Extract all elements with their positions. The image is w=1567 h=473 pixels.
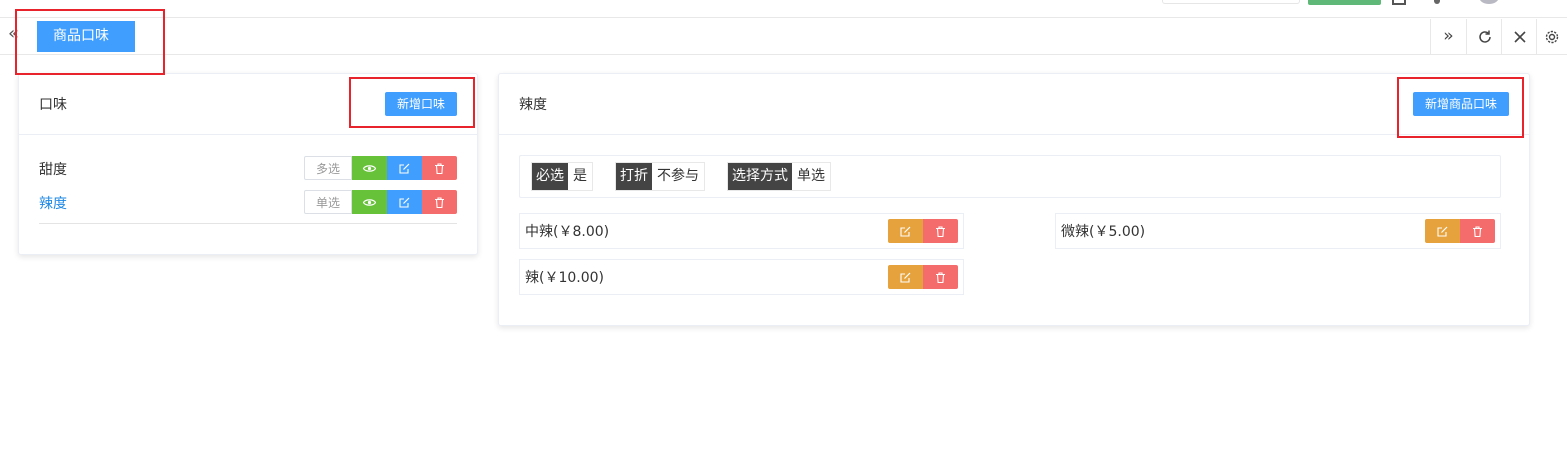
flavor-detail-title: 辣度 [519, 97, 547, 113]
edit-icon [900, 272, 911, 283]
view-button[interactable] [352, 190, 387, 214]
flavor-detail-panel: 辣度 新增商品口味 必选 是 打折 不参与 选择方式 单选 中辣(￥8.00) … [498, 73, 1530, 326]
trash-icon [1473, 226, 1482, 238]
trash-icon [936, 272, 945, 284]
prop-select-mode: 选择方式 单选 [727, 162, 831, 191]
tabs-scroll-right-icon[interactable]: » [1430, 19, 1466, 55]
top-header [0, 0, 1567, 18]
highlight-box [349, 77, 475, 128]
fullscreen-icon[interactable] [1392, 0, 1406, 5]
edit-icon [1437, 226, 1448, 237]
edit-button[interactable] [387, 190, 422, 214]
eye-icon [362, 199, 377, 206]
divider [39, 223, 457, 224]
prop-key: 选择方式 [728, 163, 792, 190]
flavor-option: 辣(￥10.00) [519, 259, 964, 295]
edit-button[interactable] [888, 265, 923, 289]
flavor-option-label: 中辣(￥8.00) [525, 224, 610, 240]
highlight-box [1397, 77, 1524, 138]
gear-icon[interactable] [1536, 19, 1567, 55]
flavor-item-actions: 多选 [304, 156, 457, 180]
prop-key: 打折 [616, 163, 652, 190]
trash-icon [936, 226, 945, 238]
notification-icon[interactable] [1434, 0, 1440, 4]
flavor-option-actions [1425, 219, 1495, 243]
refresh-icon[interactable] [1466, 19, 1502, 55]
prop-value: 是 [568, 163, 592, 190]
prop-value: 不参与 [652, 163, 704, 190]
eye-icon [362, 165, 377, 172]
flavor-item-label-active[interactable]: 辣度 [39, 193, 67, 213]
select-mode-badge: 单选 [304, 190, 352, 214]
avatar[interactable] [1479, 0, 1499, 4]
edit-icon [900, 226, 911, 237]
edit-icon [399, 197, 410, 208]
flavor-option-actions [888, 265, 958, 289]
delete-button[interactable] [422, 190, 457, 214]
delete-button[interactable] [422, 156, 457, 180]
prop-discount: 打折 不参与 [615, 162, 705, 191]
flavor-item-actions: 单选 [304, 190, 457, 214]
highlight-box [15, 9, 165, 75]
trash-icon [435, 163, 444, 175]
prop-required: 必选 是 [531, 162, 593, 191]
flavor-item-label[interactable]: 甜度 [39, 159, 67, 179]
flavor-panel-title: 口味 [39, 97, 67, 113]
edit-button[interactable] [888, 219, 923, 243]
header-green-button[interactable] [1308, 0, 1381, 5]
prop-value: 单选 [792, 163, 830, 190]
flavor-detail-header: 辣度 新增商品口味 [499, 74, 1529, 135]
tab-bar: « 商品口味 » [0, 19, 1567, 55]
flavor-properties: 必选 是 打折 不参与 选择方式 单选 [519, 155, 1501, 198]
edit-icon [399, 163, 410, 174]
flavor-option: 中辣(￥8.00) [519, 213, 964, 249]
flavor-option-label: 微辣(￥5.00) [1061, 224, 1146, 240]
delete-button[interactable] [1460, 219, 1495, 243]
delete-button[interactable] [923, 265, 958, 289]
trash-icon [435, 197, 444, 209]
prop-key: 必选 [532, 163, 568, 190]
flavor-option-label: 辣(￥10.00) [525, 270, 605, 286]
edit-button[interactable] [1425, 219, 1460, 243]
select-mode-badge: 多选 [304, 156, 352, 180]
close-icon[interactable] [1501, 19, 1537, 55]
edit-button[interactable] [387, 156, 422, 180]
flavor-option: 微辣(￥5.00) [1055, 213, 1501, 249]
delete-button[interactable] [923, 219, 958, 243]
flavor-option-actions [888, 219, 958, 243]
view-button[interactable] [352, 156, 387, 180]
header-search-box[interactable] [1162, 0, 1300, 4]
